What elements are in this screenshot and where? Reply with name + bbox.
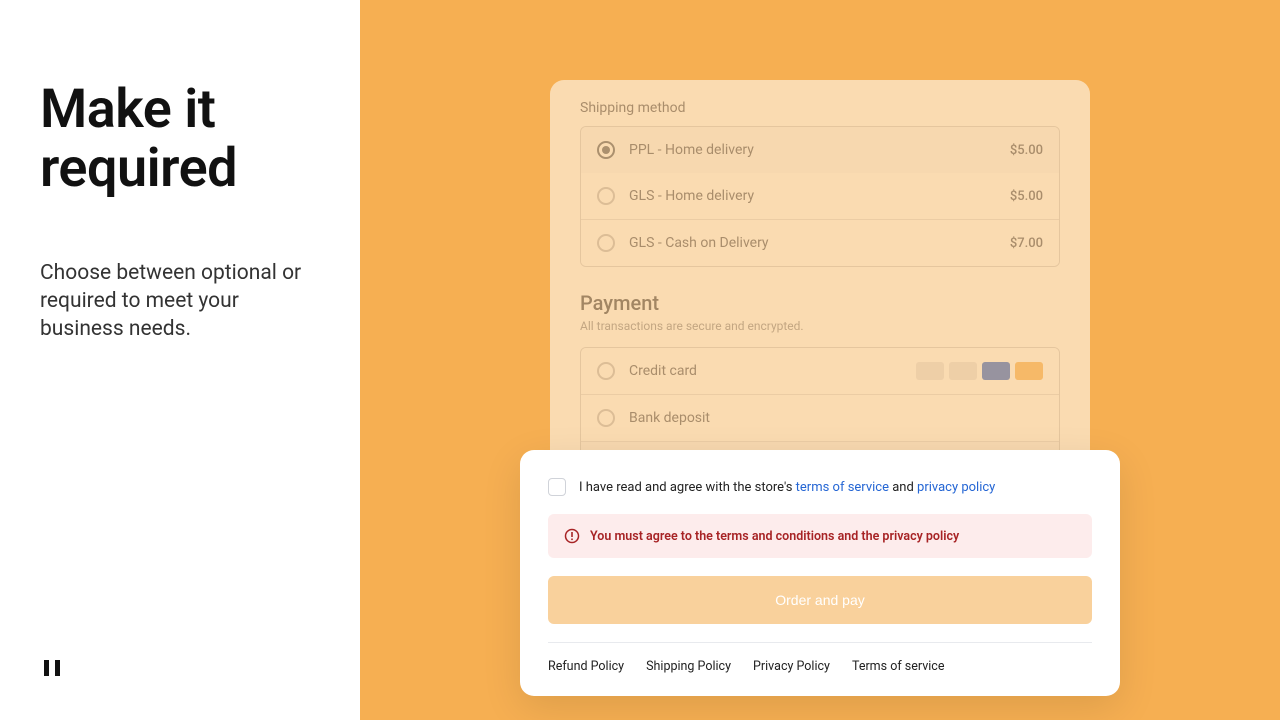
shipping-option-price: $5.00 bbox=[1010, 143, 1043, 158]
shipping-option-label: PPL - Home delivery bbox=[629, 142, 754, 158]
payment-title: Payment bbox=[580, 291, 1060, 315]
visa-icon bbox=[916, 362, 944, 380]
shipping-options: PPL - Home delivery $5.00 GLS - Home del… bbox=[580, 126, 1060, 267]
shipping-option-label: GLS - Cash on Delivery bbox=[629, 235, 769, 251]
consent-modal: I have read and agree with the store's t… bbox=[520, 450, 1120, 696]
shipping-option-price: $7.00 bbox=[1010, 236, 1043, 251]
consent-checkbox[interactable] bbox=[548, 478, 566, 496]
subheadline: Choose between optional or required to m… bbox=[40, 259, 320, 344]
brand-logo-icon bbox=[40, 656, 64, 680]
radio-icon bbox=[597, 187, 615, 205]
shipping-option[interactable]: PPL - Home delivery $5.00 bbox=[581, 127, 1059, 173]
radio-icon bbox=[597, 234, 615, 252]
alert-icon bbox=[564, 528, 580, 544]
payment-subtitle: All transactions are secure and encrypte… bbox=[580, 319, 1060, 333]
preview-panel: Shipping method PPL - Home delivery $5.0… bbox=[360, 0, 1280, 720]
shipping-option[interactable]: GLS - Home delivery $5.00 bbox=[581, 173, 1059, 220]
terms-link[interactable]: terms of service bbox=[796, 480, 889, 495]
headline: Make it required bbox=[40, 80, 320, 199]
amex-icon bbox=[982, 362, 1010, 380]
error-message: You must agree to the terms and conditio… bbox=[590, 529, 959, 544]
payment-method-label: Credit card bbox=[629, 363, 697, 379]
shipping-title: Shipping method bbox=[580, 100, 1060, 116]
consent-middle: and bbox=[889, 480, 917, 495]
card-brand-icons bbox=[916, 362, 1043, 380]
shipping-option-price: $5.00 bbox=[1010, 189, 1043, 204]
radio-icon bbox=[597, 141, 615, 159]
radio-icon bbox=[597, 362, 615, 380]
radio-icon bbox=[597, 409, 615, 427]
order-pay-button[interactable]: Order and pay bbox=[548, 576, 1092, 624]
consent-prefix: I have read and agree with the store's bbox=[579, 480, 796, 495]
footer-links: Refund Policy Shipping Policy Privacy Po… bbox=[548, 642, 1092, 674]
refund-policy-link[interactable]: Refund Policy bbox=[548, 659, 624, 674]
shipping-option[interactable]: GLS - Cash on Delivery $7.00 bbox=[581, 220, 1059, 266]
discover-icon bbox=[1015, 362, 1043, 380]
consent-text: I have read and agree with the store's t… bbox=[579, 480, 995, 495]
marketing-panel: Make it required Choose between optional… bbox=[0, 0, 360, 720]
payment-method[interactable]: Bank deposit bbox=[581, 395, 1059, 442]
error-banner: You must agree to the terms and conditio… bbox=[548, 514, 1092, 558]
shipping-policy-link[interactable]: Shipping Policy bbox=[646, 659, 731, 674]
payment-method-label: Bank deposit bbox=[629, 410, 710, 426]
terms-link-footer[interactable]: Terms of service bbox=[852, 659, 945, 674]
privacy-link[interactable]: privacy policy bbox=[917, 480, 995, 495]
mastercard-icon bbox=[949, 362, 977, 380]
privacy-policy-link[interactable]: Privacy Policy bbox=[753, 659, 830, 674]
payment-method[interactable]: Credit card bbox=[581, 348, 1059, 395]
consent-row: I have read and agree with the store's t… bbox=[548, 478, 1092, 496]
shipping-option-label: GLS - Home delivery bbox=[629, 188, 754, 204]
